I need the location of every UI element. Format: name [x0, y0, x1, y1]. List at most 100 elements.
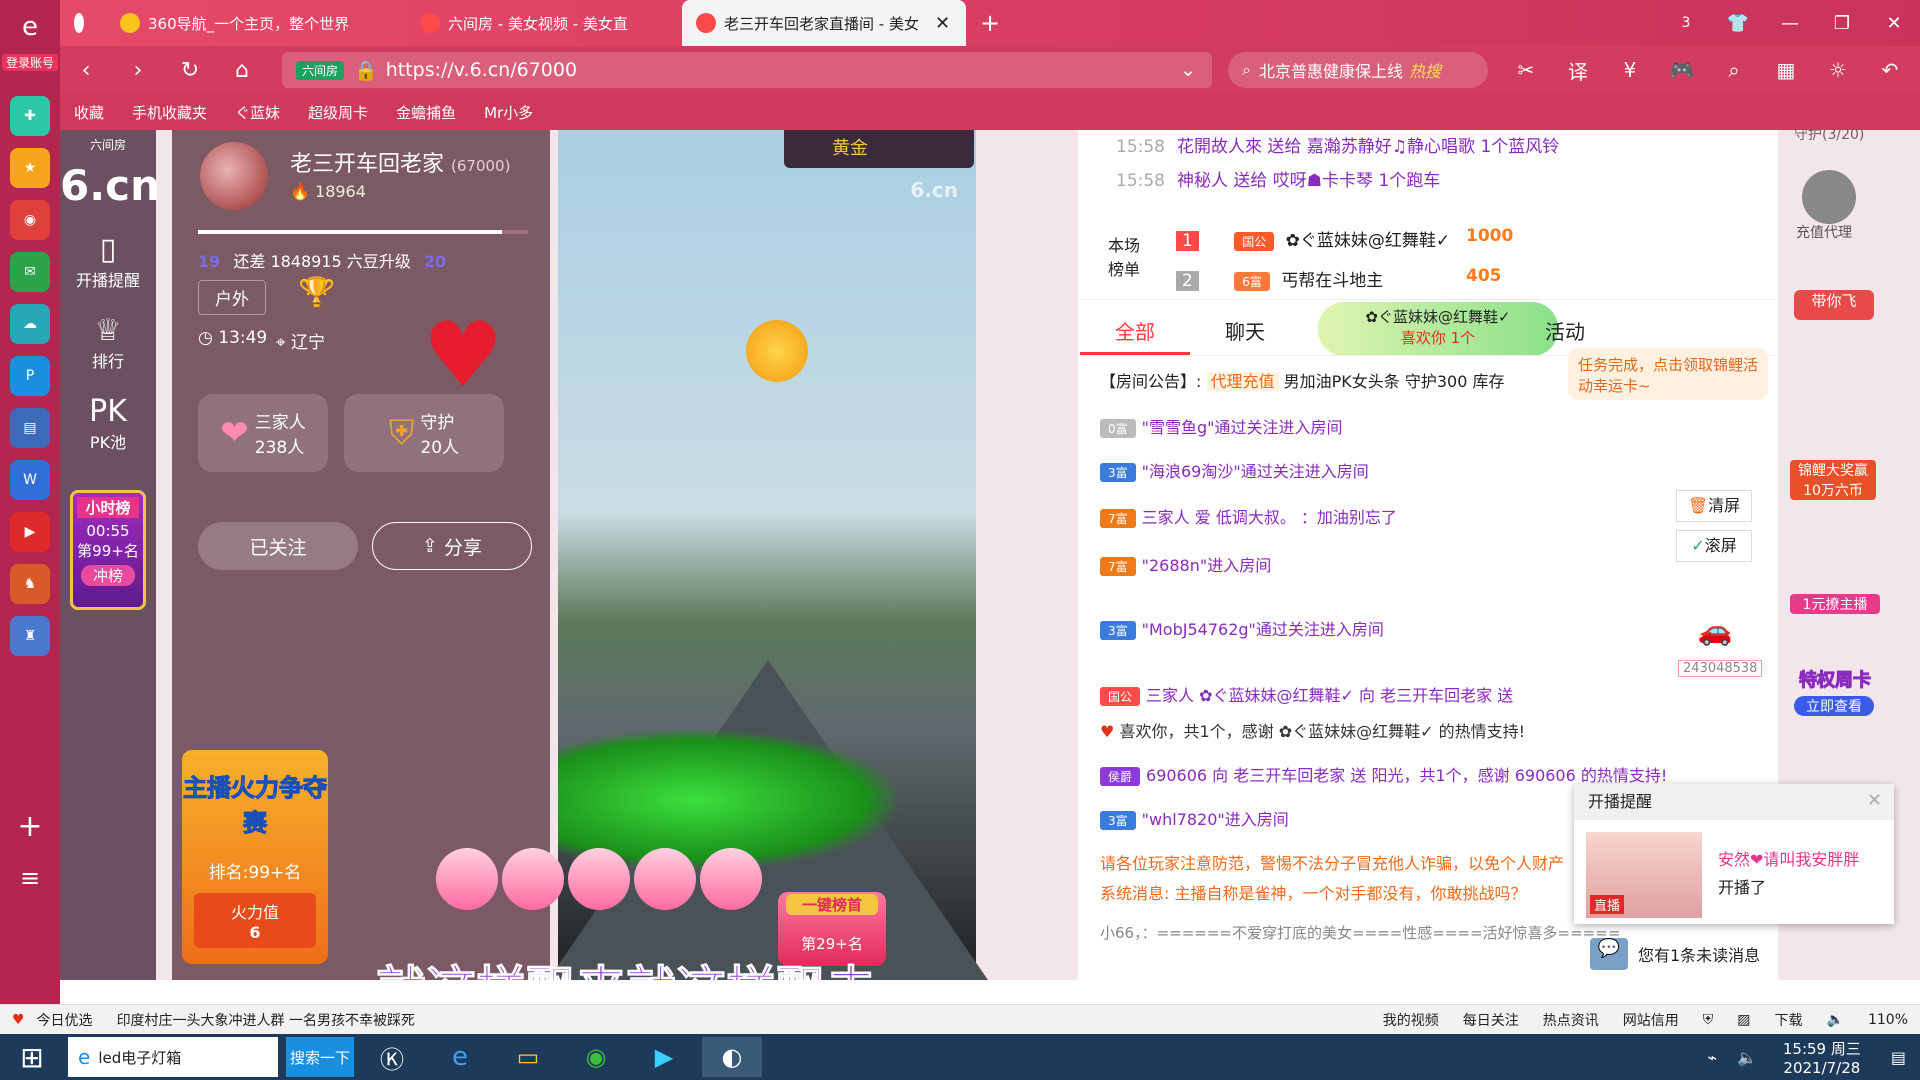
site-logo[interactable]: 6.cn [60, 161, 160, 210]
rank-row[interactable]: 2 6富 丐帮在斗地主 405 [1176, 266, 1502, 291]
folder-icon[interactable]: ▭ [498, 1037, 558, 1077]
family-card[interactable]: ❤ 三家人 238人 [198, 394, 328, 472]
scroll-button[interactable]: ✓滚屏 [1676, 530, 1752, 562]
share-button[interactable]: ⇪ 分享 [372, 522, 532, 570]
game2-icon[interactable]: ♜ [10, 616, 50, 656]
weibo-icon[interactable]: ◉ [10, 200, 50, 240]
360-browser-icon[interactable]: ◉ [566, 1037, 626, 1077]
notice-tag[interactable]: 代理充值 [1206, 372, 1279, 391]
anchor-thumbnail[interactable]: 直播 [1586, 832, 1702, 918]
taskbar-search-button[interactable]: 搜索一下 [286, 1037, 354, 1077]
anchor-avatar[interactable] [200, 142, 268, 210]
message-icon[interactable]: 💬 [1590, 938, 1628, 970]
refresh-icon[interactable]: ↻ [164, 58, 216, 83]
guard-card[interactable]: ⛨ 守护 20人 [344, 394, 504, 472]
gamepad-icon[interactable]: 🎮 [1656, 58, 1708, 82]
today-pick[interactable]: 今日优选 [37, 1010, 93, 1030]
login-button[interactable]: 登录账号 [2, 54, 58, 71]
back-icon[interactable]: ‹ [60, 58, 112, 83]
player-icon[interactable]: ▶ [634, 1037, 694, 1077]
rank-title[interactable]: 本场榜单 [1104, 232, 1144, 280]
bookmark-item[interactable]: ぐ蓝妹 [235, 102, 280, 123]
shield-icon[interactable]: ⛨ [1703, 1012, 1714, 1028]
view-now-button[interactable]: 立即查看 [1794, 696, 1874, 716]
site-credit-link[interactable]: 网站信用 [1623, 1010, 1679, 1030]
fly-banner[interactable]: 带你飞 [1794, 290, 1874, 320]
video-app-icon[interactable]: ▶ [10, 512, 50, 552]
video-player[interactable]: 黄金 6.cn 一键榜首 第29+名 [436, 130, 988, 980]
my-video-link[interactable]: 我的视频 [1383, 1010, 1439, 1030]
add-icon[interactable]: + [10, 806, 50, 846]
hot-news-link[interactable]: 热点资讯 [1543, 1010, 1599, 1030]
scissors-icon[interactable]: ✂ [1500, 58, 1552, 82]
undo-icon[interactable]: ↶ [1864, 58, 1916, 82]
brightness-icon[interactable]: ☼ [1812, 58, 1864, 82]
chevron-down-icon[interactable]: ⌄ [1180, 59, 1196, 81]
grid-icon[interactable]: ▦ [1760, 58, 1812, 82]
bookmark-item[interactable]: 收藏 [74, 102, 104, 123]
new-tab-button[interactable]: + [966, 0, 1012, 46]
nav-pk[interactable]: PK PK池 [60, 394, 156, 453]
close-icon[interactable]: ✕ [1867, 790, 1882, 811]
download-link[interactable]: 下载 [1775, 1010, 1803, 1030]
unread-messages[interactable]: 您有1条未读消息 [1638, 942, 1760, 966]
menu-icon[interactable]: ≡ [10, 858, 50, 898]
one-yuan-banner[interactable]: 1元撩主播 [1790, 594, 1880, 614]
translate-icon[interactable]: 译 [1552, 56, 1604, 85]
hour-rank-card[interactable]: 小时榜 00:55 第99+名 冲榜 [70, 490, 146, 610]
search-box[interactable]: ⌕ 北京普惠健康保上线 热搜 [1228, 52, 1488, 88]
k-app-icon[interactable]: Ⓚ [362, 1037, 422, 1077]
speed-icon[interactable] [60, 0, 106, 46]
hamburger-icon[interactable]: ≡ [1916, 58, 1920, 82]
tab-360[interactable]: 360导航_一个主页，整个世界 [106, 0, 406, 46]
tab-6cn[interactable]: 六间房 - 美女视频 - 美女直 [406, 0, 682, 46]
word-icon[interactable]: W [10, 460, 50, 500]
network-icon[interactable]: ⌁ [1707, 1048, 1717, 1067]
forward-icon[interactable]: › [112, 58, 164, 83]
maximize-icon[interactable]: ❐ [1816, 13, 1868, 34]
bookmark-item[interactable]: 超级周卡 [308, 102, 368, 123]
rank-up-button[interactable]: 冲榜 [81, 565, 135, 586]
nav-rank[interactable]: ♕ 排行 [60, 313, 156, 372]
taskbar-search[interactable]: e led电子灯箱 [68, 1037, 278, 1077]
daily-follow-link[interactable]: 每日关注 [1463, 1010, 1519, 1030]
image-icon[interactable]: ▨ [1737, 1012, 1750, 1028]
game-icon[interactable]: ♞ [10, 564, 50, 604]
magnifier-icon[interactable]: ⌕ [1708, 58, 1760, 82]
guard-avatar[interactable] [1802, 170, 1856, 224]
tab-chat[interactable]: 聊天 [1190, 308, 1300, 355]
nav-live-remind[interactable]: ▯ 开播提醒 [60, 232, 156, 291]
news-icon[interactable]: ▤ [10, 408, 50, 448]
zoom-level[interactable]: 110% [1868, 1012, 1908, 1028]
coin-icon[interactable]: ¥ [1604, 58, 1656, 82]
cloud-icon[interactable]: ☁ [10, 304, 50, 344]
followed-button[interactable]: 已关注 [198, 522, 358, 570]
skin-icon[interactable]: 👕 [1712, 13, 1764, 34]
close-icon[interactable]: ✕ [935, 13, 950, 34]
category-tag[interactable]: 户外 [198, 280, 266, 315]
bookmark-item[interactable]: 手机收藏夹 [132, 102, 207, 123]
news-ticker[interactable]: 印度村庄一头大象冲进人群 一名男孩不幸被踩死 [117, 1010, 415, 1030]
p-app-icon[interactable]: P [10, 356, 50, 396]
speaker-icon[interactable]: 🔈 [1827, 1012, 1844, 1028]
notification-icon[interactable]: ▤ [1891, 1048, 1906, 1067]
clock[interactable]: 15:59 周三 2021/7/28 [1783, 1038, 1861, 1077]
star-icon[interactable]: ★ [10, 148, 50, 188]
clear-screen-button[interactable]: 🗑清屏 [1676, 490, 1752, 522]
weekly-card-banner[interactable]: 特权周卡 [1790, 666, 1880, 692]
ie-browser-icon[interactable]: e [430, 1037, 490, 1077]
task-tip[interactable]: 任务完成，点击领取锦鲤活动幸运卡~ [1568, 348, 1768, 400]
close-window-icon[interactable]: ✕ [1868, 13, 1920, 34]
volume-icon[interactable]: 🔈 [1737, 1048, 1757, 1067]
tab-count-icon[interactable]: 3 [1660, 15, 1712, 31]
koi-banner[interactable]: 锦鲤大奖赢10万六币 [1790, 460, 1876, 500]
rank-row[interactable]: 1 国公 ✿ぐ蓝妹妹@红舞鞋✓ 1000 [1176, 226, 1513, 251]
love-heart-icon[interactable]: ♥ [415, 308, 511, 404]
bookmark-item[interactable]: Mr小多 [484, 102, 533, 123]
minimize-icon[interactable]: — [1764, 13, 1816, 34]
tab-all[interactable]: 全部 [1080, 308, 1190, 355]
home-icon[interactable]: ⌂ [216, 58, 268, 83]
bookmark-item[interactable]: 金蟾捕鱼 [396, 102, 456, 123]
start-icon[interactable]: ⊞ [4, 1037, 60, 1077]
active-app-icon[interactable]: ◐ [702, 1037, 762, 1077]
